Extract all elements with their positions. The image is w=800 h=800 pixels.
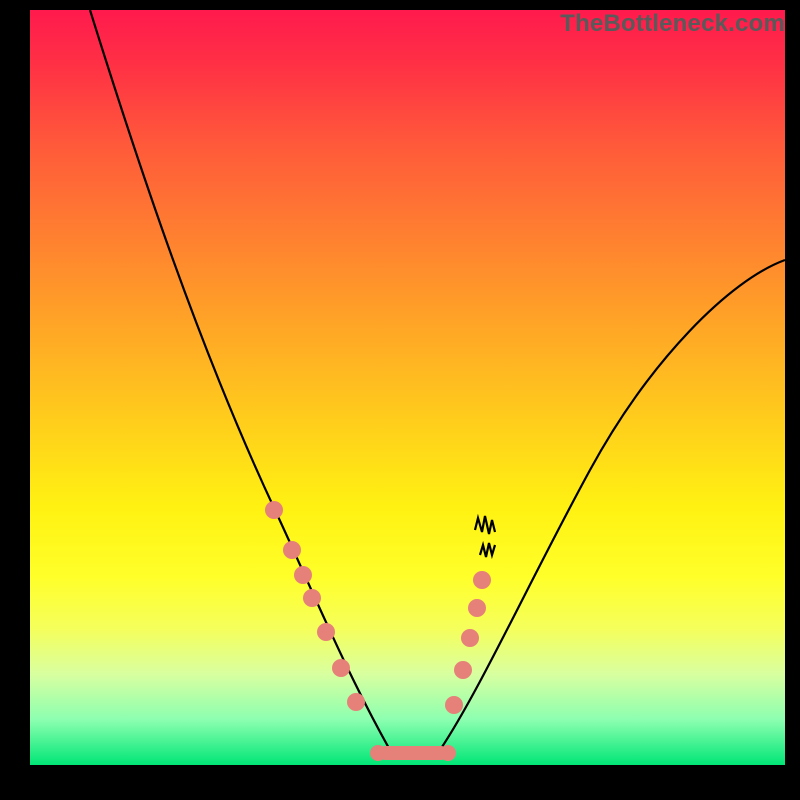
data-marker: [473, 571, 491, 589]
data-marker: [468, 599, 486, 617]
data-marker: [370, 745, 386, 761]
data-marker: [454, 661, 472, 679]
bottleneck-curve: [30, 10, 785, 765]
watermark-text: TheBottleneck.com: [560, 10, 785, 38]
data-marker: [283, 541, 301, 559]
chart-plot-area: [30, 10, 785, 765]
curve-left: [90, 10, 390, 750]
data-marker: [303, 589, 321, 607]
data-marker: [332, 659, 350, 677]
data-marker: [445, 696, 463, 714]
data-marker: [440, 745, 456, 761]
curve-right: [440, 260, 785, 750]
flat-minimum-segment: [378, 746, 448, 760]
data-marker: [294, 566, 312, 584]
data-marker: [317, 623, 335, 641]
right-squiggle: [475, 516, 495, 557]
data-marker: [265, 501, 283, 519]
data-marker: [461, 629, 479, 647]
data-marker: [347, 693, 365, 711]
